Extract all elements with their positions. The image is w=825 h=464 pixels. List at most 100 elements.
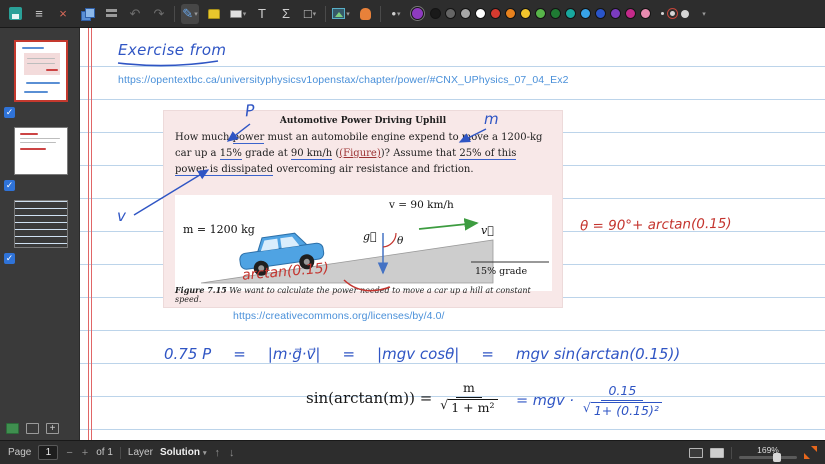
page-thumbnail-1[interactable] <box>14 40 68 102</box>
page-thumbnail-2[interactable] <box>14 127 68 175</box>
ink-mass-label: m <box>484 110 499 128</box>
color-swatch[interactable] <box>565 8 576 19</box>
pen-icon: ✎ <box>182 5 194 21</box>
exercise-body: How much power must an automobile engine… <box>175 130 551 177</box>
pen-tool-button[interactable]: ✎ ▾ <box>181 3 199 24</box>
color-swatch[interactable] <box>625 8 636 19</box>
color-swatch[interactable] <box>505 8 516 19</box>
math-tool-button[interactable]: Σ <box>277 4 295 24</box>
layer-up-button[interactable]: ↑ <box>213 447 221 459</box>
color-swatch[interactable] <box>640 8 651 19</box>
stroke-width-button[interactable]: • ▾ <box>387 4 405 24</box>
page-number-input[interactable]: 1 <box>38 445 59 460</box>
fullscreen-icon[interactable] <box>804 446 817 459</box>
color-swatch[interactable] <box>460 8 471 19</box>
layers-panel-button[interactable] <box>102 4 120 24</box>
presentation-mode-icon[interactable] <box>710 447 724 458</box>
velocity-vector-arrow <box>418 218 479 231</box>
body-text: )? Assume that <box>380 147 460 159</box>
license-url-text[interactable]: https://creativecommons.org/licenses/by/… <box>233 310 445 322</box>
statusbar-separator <box>731 446 732 459</box>
menu-button[interactable]: ≡ <box>30 4 48 24</box>
minus-icon: − <box>66 446 73 459</box>
dual-screen-icon[interactable] <box>689 447 703 458</box>
chevron-down-icon: ▾ <box>242 10 247 18</box>
layers-icon <box>105 8 118 20</box>
grid-view-icon[interactable] <box>26 423 39 434</box>
page-checkbox[interactable]: ✓ <box>4 107 15 118</box>
image-tool-button[interactable]: ▾ <box>332 4 350 24</box>
body-text: overcoming air resistance and friction. <box>273 163 474 175</box>
status-bar: Page 1 − + of 1 Layer Solution ▾ ↑ ↓ 169% <box>0 440 825 464</box>
shape-tool-icon: □ <box>303 6 312 21</box>
result-fraction: 0.15 √ 1+ (0.15)² <box>583 383 662 418</box>
chevron-down-icon: ▾ <box>194 10 198 18</box>
result-lead: = mgv · <box>516 392 574 409</box>
color-swatch[interactable] <box>490 8 501 19</box>
chevron-down-icon: ▾ <box>312 10 317 18</box>
redo-button[interactable]: ↷ <box>150 4 168 24</box>
fraction-denominator: √ 1+ (0.15)² <box>583 401 662 419</box>
thumbnail-content <box>24 53 60 75</box>
toolbar-separator <box>174 5 175 22</box>
color-swatch[interactable] <box>595 8 606 19</box>
page-decrement-button[interactable]: − <box>65 447 73 459</box>
color-swatch[interactable] <box>430 8 441 19</box>
save-button[interactable] <box>6 4 24 24</box>
chevron-down-icon: ▾ <box>397 10 401 18</box>
highlighter-icon <box>208 8 220 19</box>
highlighter-tool-button[interactable] <box>205 4 223 24</box>
page-thumbnail-3[interactable] <box>14 200 68 248</box>
color-swatch[interactable] <box>610 8 621 19</box>
hand-tool-button[interactable] <box>356 4 374 24</box>
color-swatch[interactable] <box>445 8 456 19</box>
color-swatch[interactable] <box>475 8 486 19</box>
pages-sidebar: ✓ ✓ ✓ + <box>0 28 80 440</box>
identity-fraction: m √ 1 + m² <box>440 380 498 415</box>
undo-button[interactable]: ↶ <box>126 4 144 24</box>
math-tool-icon: Σ <box>281 6 291 21</box>
thumbnail-content <box>22 47 44 49</box>
color-swatch[interactable] <box>550 8 561 19</box>
document-canvas[interactable]: Exercise from https://opentextbc.ca/univ… <box>80 28 825 440</box>
work-term: |m·g⃗·v⃗| <box>267 345 321 363</box>
shape-tool-button[interactable]: □ ▾ <box>301 4 319 24</box>
size-large-dot[interactable] <box>681 9 689 18</box>
page-increment-button[interactable]: + <box>81 447 89 459</box>
duplicate-page-button[interactable] <box>78 4 96 24</box>
copy-icon <box>81 7 95 21</box>
toolbar-overflow-button[interactable]: ▾ <box>695 4 713 24</box>
ink-power-label: P <box>244 100 256 121</box>
image-icon <box>332 8 346 19</box>
eraser-tool-button[interactable]: ▾ <box>229 4 247 24</box>
arrow-down-icon: ↓ <box>228 446 235 459</box>
import-page-icon[interactable] <box>6 423 19 434</box>
thumbnail-content <box>20 142 56 143</box>
thumbnail-content <box>20 138 60 139</box>
check-icon: ✓ <box>5 107 14 117</box>
page-checkbox[interactable]: ✓ <box>4 253 15 264</box>
velocity-vector-label: v⃗ <box>481 224 494 237</box>
source-url-text[interactable]: https://opentextbc.ca/universityphysicsv… <box>118 74 569 86</box>
add-page-icon[interactable]: + <box>46 423 59 434</box>
color-swatch[interactable] <box>535 8 546 19</box>
app-window: ≡ × ↶ ↷ ✎ ▾ ▾ T Σ □ ▾ ▾ • ▾ ▾ ✓ ✓ ✓ + Ex… <box>0 0 825 464</box>
color-swatch[interactable] <box>520 8 531 19</box>
heading-underline-stroke <box>117 60 219 67</box>
size-medium-dot[interactable] <box>670 11 675 16</box>
color-swatch[interactable] <box>580 8 591 19</box>
layer-down-button[interactable]: ↓ <box>228 447 236 459</box>
chevron-down-icon: ▾ <box>202 449 207 457</box>
layer-dropdown[interactable]: Solution ▾ <box>160 447 207 458</box>
size-small-dot[interactable] <box>661 12 664 15</box>
margin-line <box>88 28 89 440</box>
page-checkbox[interactable]: ✓ <box>4 180 15 191</box>
plus-icon: + <box>81 446 89 459</box>
close-document-button[interactable]: × <box>54 4 72 24</box>
current-color-swatch[interactable] <box>411 7 424 20</box>
theta-angle-arc <box>382 232 397 248</box>
zoom-slider[interactable] <box>739 453 797 463</box>
text-tool-button[interactable]: T <box>253 4 271 24</box>
close-icon: × <box>59 6 67 21</box>
zoom-slider-handle[interactable] <box>772 453 781 463</box>
